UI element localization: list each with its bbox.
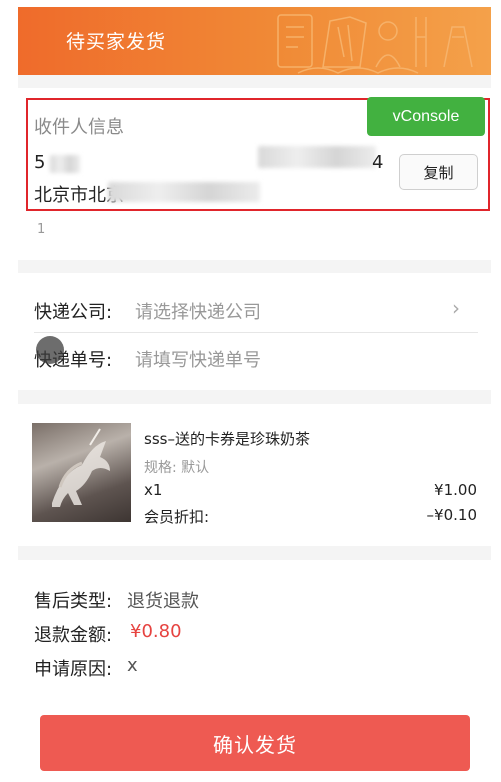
recipient-footnote: 1 <box>37 222 46 237</box>
recipient-title: 收件人信息 <box>34 117 124 138</box>
section-gap <box>18 390 491 404</box>
touch-indicator-icon <box>36 336 64 364</box>
recipient-name: 5 <box>34 152 46 173</box>
section-gap <box>18 260 491 273</box>
apply-reason-value: x <box>127 655 138 676</box>
product-name: sss–送的卡券是珍珠奶茶 <box>144 430 310 448</box>
express-company-select[interactable]: 请选择快递公司 <box>135 298 261 324</box>
after-sale-type-value: 退货退款 <box>127 591 199 612</box>
product-quantity: x1 <box>144 481 163 499</box>
section-gap <box>18 75 491 88</box>
apply-reason-label: 申请原因: <box>34 659 113 680</box>
after-sale-type-label: 售后类型: <box>34 591 113 612</box>
product-price: ¥1.00 <box>434 481 477 499</box>
shopping-illustration-icon <box>277 14 473 74</box>
product-thumbnail <box>32 423 131 522</box>
tracking-number-input[interactable]: 请填写快递单号 <box>135 346 261 372</box>
redacted-name <box>50 155 80 173</box>
unicorn-image-icon <box>52 428 110 507</box>
divider <box>34 332 478 333</box>
express-company-label: 快递公司: <box>34 302 113 323</box>
member-discount-value: –¥0.10 <box>426 506 477 524</box>
refund-amount-label: 退款金额: <box>34 625 113 646</box>
page: 待买家发货 收件人信息 vConsole 5 4 北京市北京 复制 1 快递公司… <box>0 0 501 782</box>
order-status-title: 待买家发货 <box>66 31 167 53</box>
redacted-phone <box>258 146 376 168</box>
confirm-ship-button[interactable]: 确认发货 <box>40 715 470 771</box>
refund-amount-value: ¥0.80 <box>130 621 182 642</box>
redacted-address <box>108 182 260 202</box>
recipient-phone: 4 <box>372 152 384 173</box>
chevron-right-icon: › <box>452 296 460 320</box>
copy-button[interactable]: 复制 <box>399 154 478 190</box>
section-gap <box>18 546 491 560</box>
order-status-banner: 待买家发货 <box>18 7 491 75</box>
vconsole-button[interactable]: vConsole <box>367 97 485 136</box>
product-spec: 规格: 默认 <box>144 460 210 476</box>
member-discount-label: 会员折扣: <box>144 508 210 526</box>
